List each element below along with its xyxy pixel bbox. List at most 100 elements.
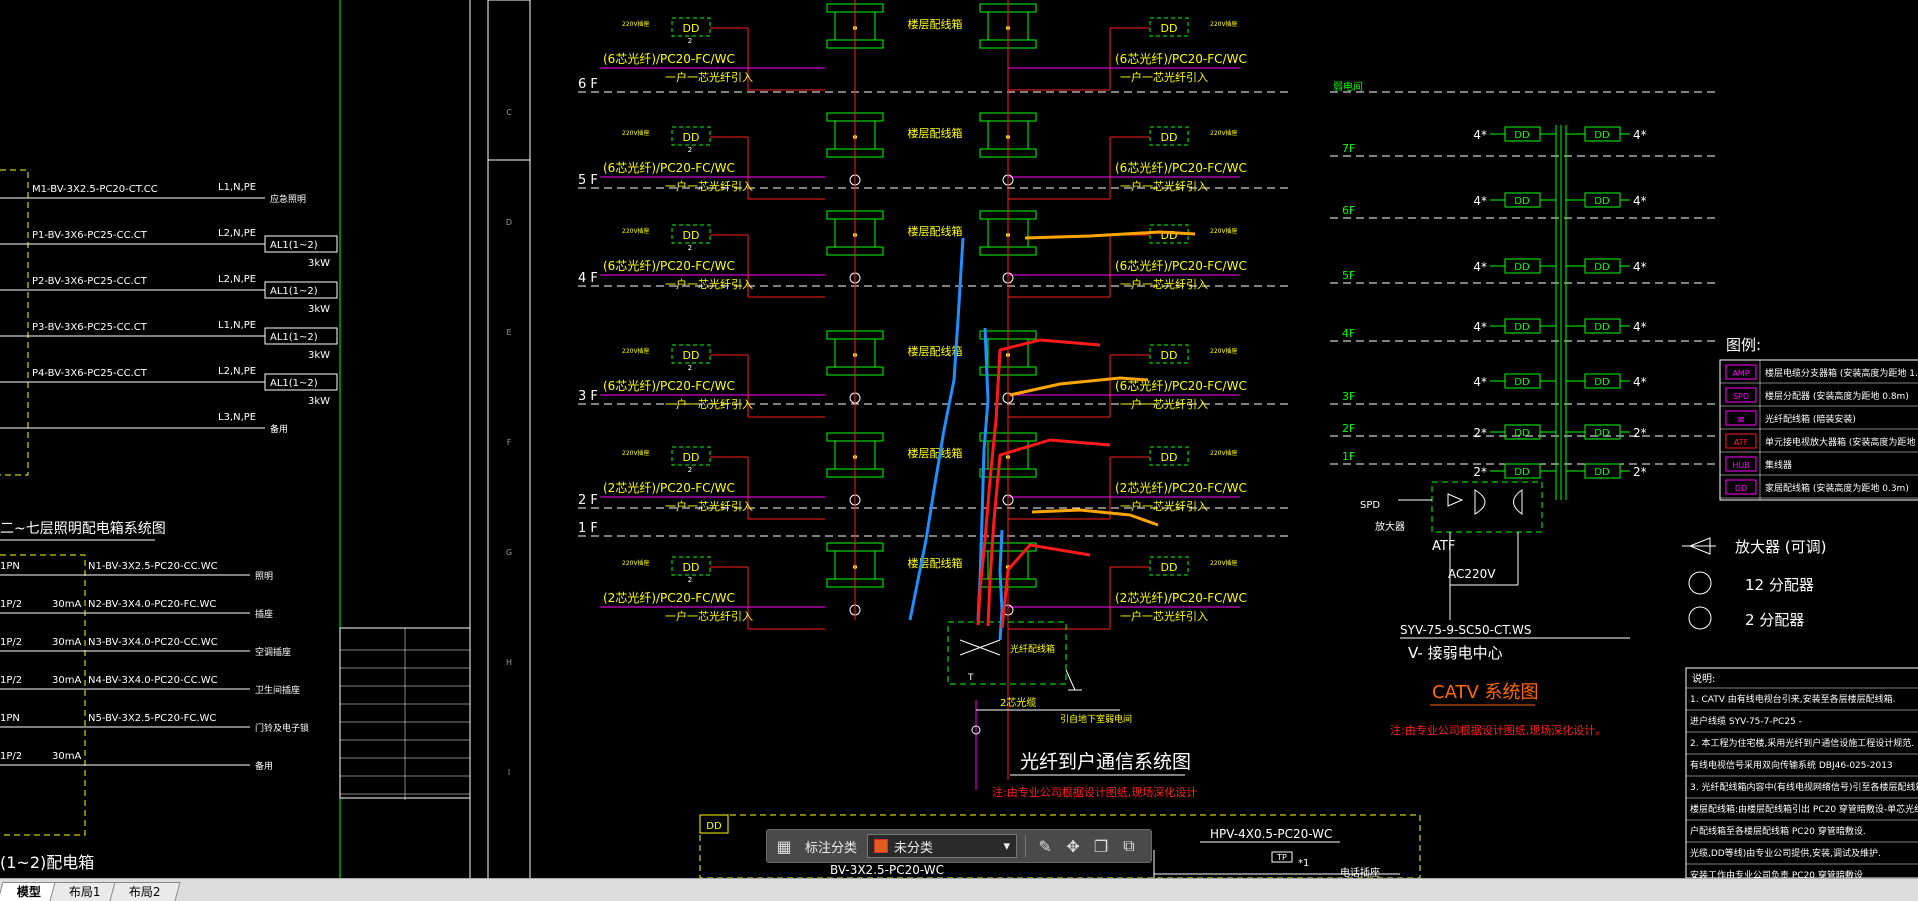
outlet-tag: 220V插座 [1210,559,1238,567]
dd-label: DD [1514,130,1530,141]
circuit-cable: P4-BV-3X6-PC25-CC.CT [32,368,148,379]
floor-box-label: 楼层配线箱 [908,446,963,460]
splitter12-legend-icon [1688,571,1712,595]
per-household-note: 一户一芯光纤引入 [1120,277,1208,291]
circuit-cable: N4-BV-3X4.0-PC20-CC.WC [88,675,218,686]
copy-icon[interactable]: ❐ [1090,835,1112,857]
circuit-cable: N5-BV-3X2.5-PC20-FC.WC [88,713,216,724]
dd-label: DD [683,561,700,574]
index: 2 [688,364,692,372]
splitter2-legend-icon [1688,606,1712,630]
fiber-title: 光纤到户通信系统图 [1020,751,1191,773]
circuit-phase: L2,N,PE [218,274,256,285]
catv-floor-label: 1F [1342,450,1355,463]
legend-symbol-text: HUB [1732,461,1749,470]
fiber-spec: (6芯光纤)/PC20-FC/WC [1115,52,1247,66]
circuit-cable: P3-BV-3X6-PC25-CC.CT [32,322,148,333]
load-label: 卫生间插座 [255,684,300,696]
circuit-cable: M1-BV-3X2.5-PC20-CT.CC [32,184,158,195]
mult-label: 4* [1633,128,1647,142]
fiber-spec: (6芯光纤)/PC20-FC/WC [1115,259,1247,273]
grid-ref: H [506,658,512,667]
dd-label: DD [1161,561,1178,574]
dd-label: DD [1594,130,1610,141]
tab-layout2[interactable]: 布局2 [109,882,180,901]
amp-label: 放大器 [1375,520,1405,533]
legend-symbol-text: SPD [1733,392,1749,401]
load-label: 空调插座 [255,646,291,658]
amplifier-box [1431,481,1543,533]
rcd-label: 30mA [52,599,81,610]
grid-ref: F [507,438,512,447]
notes-title: 说明: [1692,672,1715,685]
dd-label: DD [1514,262,1530,273]
ac-label: AC220V [1448,567,1496,581]
amplifier-symbol [1447,493,1464,507]
legend-text: 集线器 [1765,459,1792,471]
dd-label: DD [1594,377,1610,388]
load-label: AL1(1~2) [270,332,318,343]
fiber-spec: (6芯光纤)/PC20-FC/WC [603,52,735,66]
rcd-label: 30mA [52,637,81,648]
mult-label: 4* [1633,194,1647,208]
dd-label: DD [683,22,700,35]
per-household-note: 一户一芯光纤引入 [1120,70,1208,84]
load-kw: 3kW [308,258,330,269]
tp-count: *1 [1298,858,1309,869]
per-household-note: 一户一芯光纤引入 [1120,609,1208,623]
dd-label: DD [1514,377,1530,388]
dd-label: DD [683,451,700,464]
category-label: 标注分类 [805,840,858,856]
load-kw: 3kW [308,304,330,315]
cad-drawing-canvas[interactable]: CDEFGHIJM1-BV-3X2.5-PC20-CT.CCL1,N,PE应急照… [0,0,1918,878]
panel-title: 二~七层照明配电箱系统图 [0,521,166,537]
circuit-cable: N1-BV-3X2.5-PC20-CC.WC [88,561,218,572]
catv-floor-label: 3F [1342,390,1355,403]
title-block [487,0,531,161]
paste-icon[interactable]: ⧉ [1118,835,1140,857]
grid-ref: G [506,548,512,557]
grid-ref: I [508,768,510,777]
dd-label: DD [1514,196,1530,207]
load-kw: 3kW [308,350,330,361]
fiber-box-label: 光纤配线箱 [1010,643,1055,655]
grid-icon[interactable]: ▦ [773,835,795,857]
note-line: 楼层配线箱:由楼层配线箱引出 PC20 穿管暗敷设-单芯光纤至 [1690,803,1918,815]
category-select[interactable]: 未分类 ▾ [867,834,1018,858]
index: 2 [688,466,692,474]
fiber-note: 注:由专业公司根据设计图纸,现场深化设计 [992,785,1197,799]
bottom-cable1: HPV-4X0.5-PC20-WC [1210,827,1332,841]
rcd-label: 30mA [52,751,81,762]
grid-ref: C [506,108,512,117]
outlet-tag: 220V插座 [622,347,650,355]
mult-label: 4* [1473,260,1487,274]
outlet-tag: 220V插座 [1210,347,1238,355]
legend-text: 楼层电缆分支器箱 (安装高度为距地 1.6m) [1765,367,1918,379]
bottom-right-label: 电话插座 [1340,866,1380,878]
dd-label: DD [1594,322,1610,333]
index: 2 [688,244,692,252]
rcd-label: 30mA [52,675,81,686]
note-line: 户配线箱至各楼层配线箱 PC20 穿管暗敷设. [1690,825,1866,837]
floor-label: 4 F [578,271,598,286]
legend-title: 图例: [1726,336,1761,354]
bottom-cable2: BV-3X2.5-PC20-WC [830,863,944,877]
load-label: 备用 [255,760,273,772]
fiber-in-label: 引自地下室弱电间 [1060,713,1132,725]
mult-label: 4* [1473,320,1487,334]
catv-floor-label: 4F [1342,327,1355,340]
circuit-cable: P1-BV-3X6-PC25-CC.CT [32,230,148,241]
breaker-label: 1P/2 [0,751,22,762]
panel-outline [0,169,29,476]
dd-label: DD [1594,196,1610,207]
breaker-label: 1P/2 [0,637,22,648]
legend-symbol-text: ATF [1734,438,1749,447]
move-icon[interactable]: ✥ [1062,835,1084,857]
edit-icon[interactable]: ✎ [1034,835,1056,857]
legend-text: 单元接电视放大器箱 (安装高度为距地 1.6m) [1765,436,1918,448]
floor-label: 3 F [578,389,598,404]
per-household-note: 一户一芯光纤引入 [1120,397,1208,411]
legend-symbol-text: ⊠ [1738,415,1745,424]
tp-label: TP [1276,853,1287,862]
splitter-symbol [1474,489,1486,515]
